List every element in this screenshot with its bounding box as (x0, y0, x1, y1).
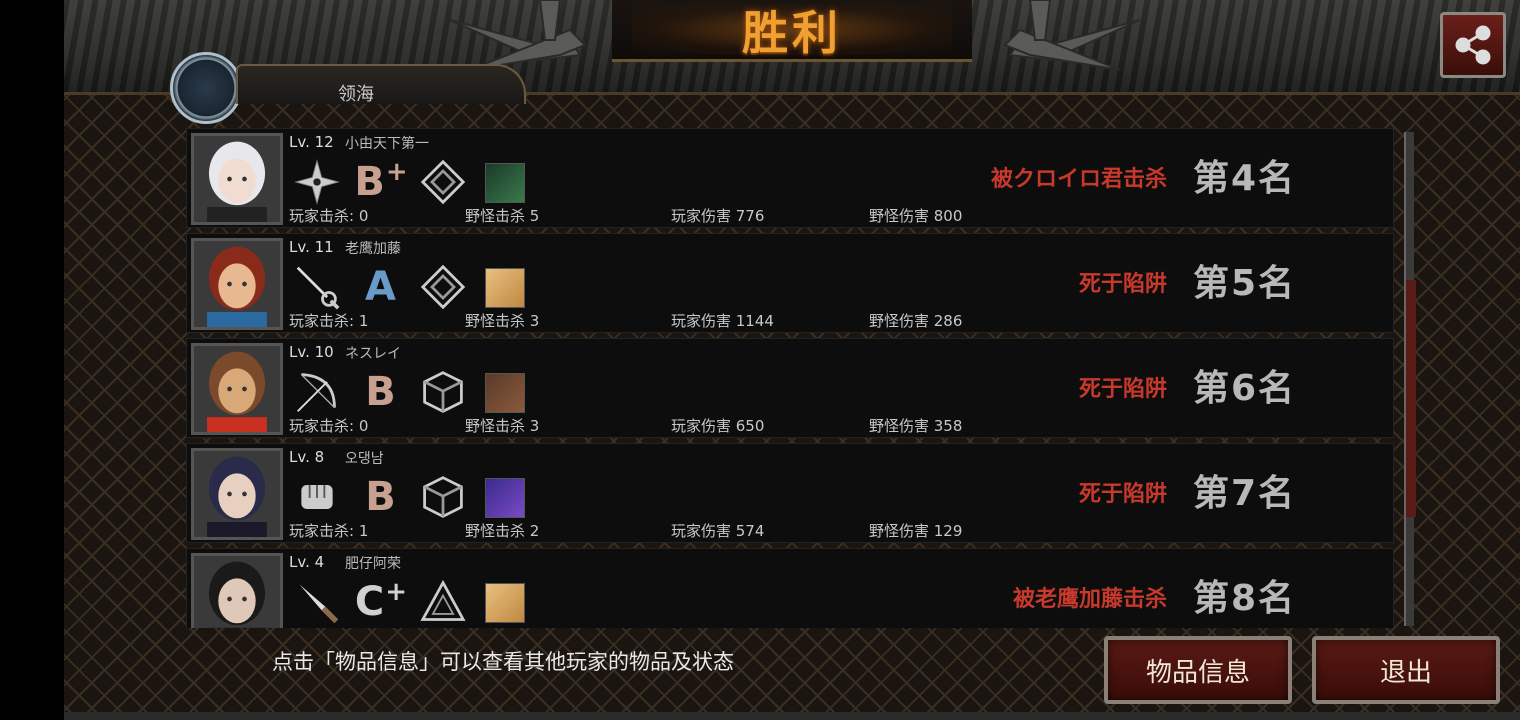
share-button[interactable] (1440, 12, 1506, 78)
grade-letter: B (365, 369, 396, 415)
diamond-emblem-icon (417, 159, 469, 205)
character-portrait[interactable] (191, 553, 283, 628)
player-damage-stat: 玩家伤害 1144 (671, 312, 774, 330)
cube-emblem-icon (417, 369, 469, 415)
player-kills-stat: 玩家击杀: 1 (289, 522, 369, 540)
player-level: Lv. 8 (289, 448, 325, 466)
player-level: Lv. 4 (289, 553, 325, 571)
bottom-border (64, 712, 1520, 720)
result-row[interactable]: Lv. 4 肥仔阿荣 C + 被老鹰加藤击杀 第8名 (186, 548, 1394, 628)
player-name: ネスレイ (345, 346, 401, 362)
monster-kills-stat: 野怪击杀 2 (465, 522, 540, 540)
grade-plus: + (385, 577, 408, 607)
purple-creature-item-icon[interactable] (485, 478, 525, 518)
rapier-icon (291, 264, 343, 310)
result-row[interactable]: Lv. 8 오댕남 B 玩家击杀: 1 野怪击杀 2 玩家伤害 574 野怪伤害 129 死于… (186, 443, 1394, 543)
exit-button[interactable]: 退出 (1312, 636, 1500, 704)
knife-icon (291, 579, 343, 625)
monster-damage-stat: 野怪伤害 286 (869, 312, 963, 330)
left-black-bar (0, 0, 64, 720)
monster-damage-stat: 野怪伤害 129 (869, 522, 963, 540)
placement-rank: 第6名 (1193, 368, 1297, 409)
grade-plus: + (385, 157, 408, 187)
monster-damage-stat: 野怪伤害 800 (869, 207, 963, 225)
death-cause: 死于陷阱 (1078, 482, 1167, 507)
monster-kills-stat: 野怪击杀 3 (465, 312, 540, 330)
death-cause: 死于陷阱 (1078, 272, 1167, 297)
character-portrait[interactable] (191, 448, 283, 540)
victory-title-plate: 胜利 (612, 0, 972, 62)
triangle-emblem-icon (417, 579, 469, 625)
placement-rank: 第8名 (1193, 578, 1297, 619)
result-row[interactable]: Lv. 12 小由天下第一 B + 玩家击杀: 0 野怪击杀 5 玩家伤害 776 野怪伤害 … (186, 128, 1394, 228)
soldier-item-icon[interactable] (485, 163, 525, 203)
player-level: Lv. 11 (289, 238, 334, 256)
bow-icon (291, 369, 343, 415)
player-damage-stat: 玩家伤害 574 (671, 522, 765, 540)
hint-text: 点击「物品信息」可以查看其他玩家的物品及状态 (272, 650, 734, 674)
player-damage-stat: 玩家伤害 650 (671, 417, 765, 435)
share-icon (1455, 25, 1491, 65)
player-info-tab: 领海 (236, 64, 526, 105)
list-scrollbar[interactable] (1404, 132, 1416, 626)
grade-letter: B (354, 159, 385, 205)
grade-badge: C + (354, 577, 408, 625)
monster-kills-stat: 野怪击杀 5 (465, 207, 540, 225)
death-cause: 被クロイロ君击杀 (990, 167, 1167, 192)
grade-letter: C (354, 579, 385, 625)
player-kills-stat: 玩家击杀: 0 (289, 207, 369, 225)
scrollbar-thumb[interactable] (1406, 280, 1416, 518)
player-level: Lv. 12 (289, 133, 334, 151)
shuriken-icon (291, 159, 343, 205)
grade-badge: B (355, 474, 407, 520)
player-name: 肥仔阿荣 (345, 556, 401, 572)
crossed-blades-item-icon[interactable] (485, 373, 525, 413)
bread-item-icon[interactable] (485, 583, 525, 623)
character-portrait[interactable] (191, 343, 283, 435)
diamond-emblem-icon (417, 264, 469, 310)
grade-letter: B (365, 474, 396, 520)
victory-title: 胜利 (742, 5, 842, 60)
placement-rank: 第7名 (1193, 473, 1297, 514)
placement-rank: 第4名 (1193, 158, 1297, 199)
player-name: 小由天下第一 (345, 136, 429, 152)
character-portrait[interactable] (191, 133, 283, 225)
player-level: Lv. 10 (289, 343, 334, 361)
monster-kills-stat: 野怪击杀 3 (465, 417, 540, 435)
player-rank-emblem (170, 52, 242, 124)
result-row[interactable]: Lv. 11 老鹰加藤 A 玩家击杀: 1 野怪击杀 3 玩家伤害 1144 野怪伤害 28… (186, 233, 1394, 333)
result-row[interactable]: Lv. 10 ネスレイ B 玩家击杀: 0 野怪击杀 3 玩家伤害 650 野怪伤害 358… (186, 338, 1394, 438)
item-info-button[interactable]: 物品信息 (1104, 636, 1292, 704)
bread-item-icon[interactable] (485, 268, 525, 308)
right-crossed-guns-ornament (1003, 0, 1141, 71)
player-name: 老鹰加藤 (345, 241, 401, 257)
grade-badge: B (355, 369, 407, 415)
grade-badge: A (355, 264, 407, 310)
player-kills-stat: 玩家击杀: 1 (289, 312, 369, 330)
player-tab-label: 领海 (338, 84, 374, 105)
player-name: 오댕남 (345, 451, 384, 467)
fist-icon (291, 474, 343, 520)
grade-letter: A (365, 264, 396, 310)
character-portrait[interactable] (191, 238, 283, 330)
player-kills-stat: 玩家击杀: 0 (289, 417, 369, 435)
grade-badge: B + (354, 157, 408, 205)
cube-emblem-icon (417, 474, 469, 520)
death-cause: 死于陷阱 (1078, 377, 1167, 402)
player-damage-stat: 玩家伤害 776 (671, 207, 765, 225)
death-cause: 被老鹰加藤击杀 (1012, 587, 1167, 612)
results-list[interactable]: Lv. 12 小由天下第一 B + 玩家击杀: 0 野怪击杀 5 玩家伤害 776 野怪伤害 … (186, 128, 1396, 628)
monster-damage-stat: 野怪伤害 358 (869, 417, 963, 435)
placement-rank: 第5名 (1193, 263, 1297, 304)
